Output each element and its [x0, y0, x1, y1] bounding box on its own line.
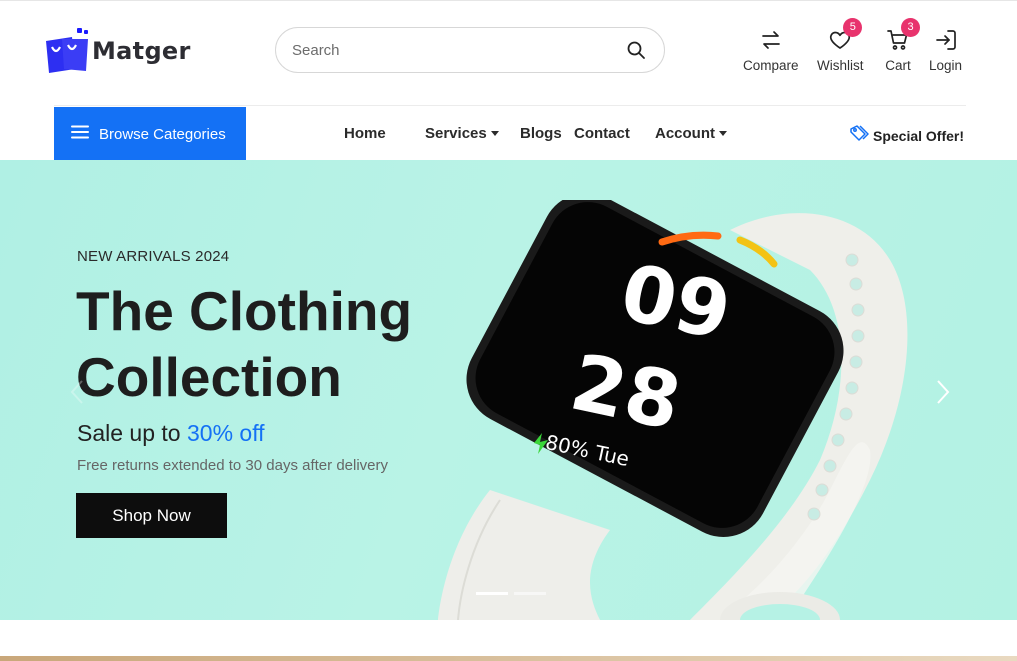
cart-count-badge: 3 [901, 18, 920, 37]
hero-headline-line2: Collection [76, 346, 342, 408]
nav-item-services[interactable]: Services [425, 125, 499, 142]
slide-indicator-2[interactable] [514, 592, 546, 595]
sale-prefix: Sale up to [77, 420, 181, 446]
slider-prev-button[interactable] [62, 372, 92, 412]
search-icon[interactable] [624, 38, 648, 62]
search-bar [275, 27, 665, 73]
shop-now-button[interactable]: Shop Now [76, 493, 227, 538]
nav-item-blogs[interactable]: Blogs [520, 125, 562, 142]
chevron-down-icon [490, 130, 499, 136]
hero-headline: The Clothing Collection [76, 278, 436, 410]
page: Matger Compare 5 Wishlist 3 Cart Login [0, 0, 1017, 661]
slider-next-button[interactable] [928, 372, 958, 412]
tag-icon [850, 124, 870, 147]
special-offer-link[interactable]: Special Offer! [850, 124, 964, 147]
sale-highlight: 30% off [186, 420, 265, 446]
compare-button[interactable]: Compare [743, 26, 799, 73]
shopping-bags-logo-icon [44, 27, 90, 75]
hamburger-icon [70, 124, 90, 145]
hero-headline-line1: The Clothing [76, 280, 413, 342]
slide-indicator-1[interactable] [476, 592, 508, 595]
nav-item-services-label: Services [425, 125, 487, 142]
heart-icon: 5 [826, 18, 863, 54]
hero-slider: NEW ARRIVALS 2024 The Clothing Collectio… [0, 160, 1017, 620]
hero-eyebrow: NEW ARRIVALS 2024 [77, 248, 230, 265]
brand-logo[interactable]: Matger [44, 26, 194, 76]
search-input[interactable] [292, 41, 624, 59]
login-icon [932, 26, 960, 54]
hero-subtext: Free returns extended to 30 days after d… [77, 457, 389, 474]
top-border [0, 0, 1017, 3]
smartwatch-image: 09 28 80% Tue [438, 200, 908, 620]
special-offer-label: Special Offer! [873, 127, 965, 144]
nav-item-contact[interactable]: Contact [574, 125, 630, 142]
cart-button[interactable]: 3 Cart [884, 18, 920, 73]
brand-name: Matger [92, 37, 191, 65]
wishlist-count-badge: 5 [843, 18, 863, 37]
hero-sale-text: Sale up to 30% off [77, 420, 265, 447]
nav-item-home[interactable]: Home [344, 125, 386, 142]
header-divider [54, 105, 966, 106]
slide-indicators [476, 592, 546, 595]
compare-arrows-icon [757, 26, 785, 54]
compare-label: Compare [743, 58, 799, 73]
cart-label: Cart [885, 58, 911, 73]
nav-item-account[interactable]: Account [655, 125, 727, 142]
login-label: Login [929, 58, 963, 73]
cart-icon: 3 [884, 18, 920, 54]
login-button[interactable]: Login [929, 26, 962, 73]
nav-item-account-label: Account [655, 125, 715, 142]
browse-categories-label: Browse Categories [99, 125, 226, 143]
bottom-strip [0, 656, 1017, 661]
browse-categories-button[interactable]: Browse Categories [54, 107, 246, 161]
chevron-down-icon [719, 130, 727, 136]
wishlist-label: Wishlist [817, 58, 864, 73]
wishlist-button[interactable]: 5 Wishlist [817, 18, 864, 73]
